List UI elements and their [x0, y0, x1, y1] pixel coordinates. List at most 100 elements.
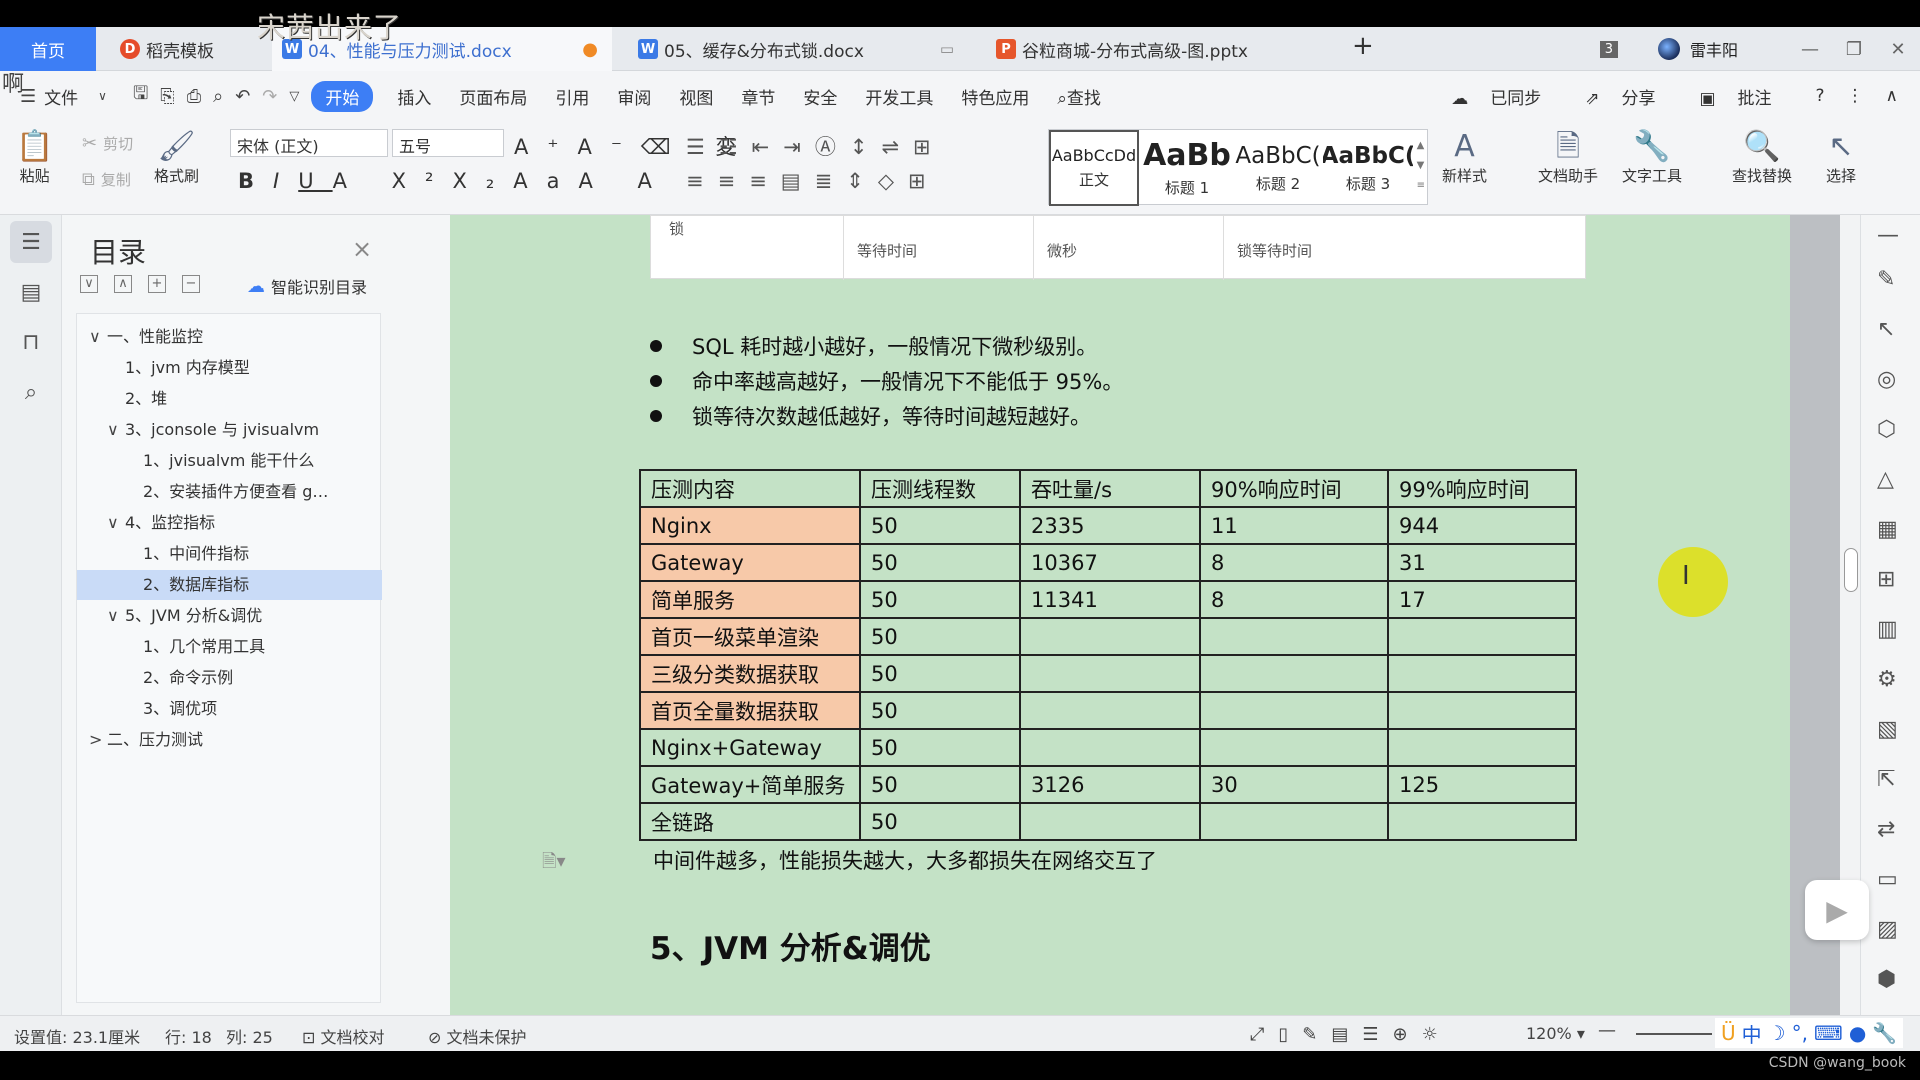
table-cell[interactable]: Gateway [639, 543, 861, 582]
more-icon[interactable]: ⋮ [1847, 86, 1864, 106]
table-cell[interactable] [1019, 654, 1201, 693]
table-cell[interactable]: 3126 [1019, 765, 1201, 804]
table-cell[interactable]: 2335 [1019, 506, 1201, 545]
customize-icon[interactable]: ▽ [283, 89, 305, 104]
help-icon[interactable]: ? [1816, 86, 1825, 106]
minimize-icon[interactable]: — [1788, 39, 1832, 60]
zoom-out-icon[interactable]: — [1598, 1020, 1616, 1041]
settings-icon[interactable]: ⚙ [1877, 667, 1897, 692]
toc-item[interactable]: 2、数据库指标 [77, 570, 382, 600]
smart-toc-button[interactable]: ☁ 智能识别目录 [247, 274, 367, 298]
table-header-cell[interactable]: 压测内容 [639, 469, 861, 508]
zoom-slider[interactable] [1636, 1033, 1712, 1035]
find-replace-button[interactable]: 🔍 查找替换 [1732, 129, 1792, 186]
tab-ppt-mall[interactable]: P 谷粒商城-分布式高级-图.pptx [986, 27, 1326, 71]
table-cell[interactable] [1199, 691, 1389, 730]
table-cell[interactable]: Gateway+简单服务 [639, 765, 861, 804]
new-tab-plus-icon[interactable]: + [1352, 31, 1374, 61]
menu-view[interactable]: 视图 [665, 84, 727, 109]
table-cell[interactable]: Nginx+Gateway [639, 728, 861, 767]
table-cell[interactable]: 50 [859, 654, 1021, 693]
table-cell[interactable] [1199, 802, 1389, 841]
toc-item[interactable]: 1、几个常用工具 [77, 632, 382, 662]
chevron-down-icon[interactable]: ∨ [92, 89, 113, 103]
menu-start[interactable]: 开始 [311, 80, 374, 112]
ime-toolbar[interactable]: Ü 中 ☽ °, ⌨ ● 🔧 [1715, 1018, 1904, 1048]
text-tools-button[interactable]: 🔧 文字工具 [1622, 129, 1682, 186]
bookmark-icon[interactable]: ⊓ [10, 321, 52, 363]
shield-icon[interactable]: ⬢ [1877, 967, 1896, 992]
collapse-ribbon-icon[interactable]: ∧ [1886, 86, 1898, 106]
sync-status[interactable]: ☁ 已同步 [1451, 84, 1563, 109]
table-cell[interactable]: 50 [859, 580, 1021, 619]
table-header-cell[interactable]: 99%响应时间 [1387, 469, 1577, 508]
select-button[interactable]: ↖ 选择 [1826, 129, 1856, 186]
pages-panel-icon[interactable]: ▤ [10, 271, 52, 313]
table-cell[interactable]: 50 [859, 506, 1021, 545]
table-cell[interactable]: 30 [1199, 765, 1389, 804]
font-family-select[interactable]: 宋体 (正文) [230, 129, 388, 157]
table-cell[interactable]: 简单服务 [639, 580, 861, 619]
format-brush-button[interactable]: 🖌 格式刷 [154, 129, 199, 186]
save-icon[interactable]: 🖫 [127, 81, 154, 111]
table-cell[interactable]: 11341 [1019, 580, 1201, 619]
pen-icon[interactable]: ✎ [1877, 267, 1895, 292]
toc-item[interactable]: 3、调优项 [77, 694, 382, 724]
table-cell[interactable] [1019, 802, 1201, 841]
table-cell[interactable] [1019, 728, 1201, 767]
chevron-down-icon[interactable]: ∨ [107, 508, 125, 538]
menu-layout[interactable]: 页面布局 [445, 84, 541, 109]
tab-doc-cache-lock[interactable]: W 05、缓存&分布式锁.docx ▭ [628, 27, 968, 71]
shape-icon[interactable]: ⬡ [1877, 417, 1896, 442]
print-preview-icon[interactable]: ⌕ [207, 86, 229, 107]
doc-helper-button[interactable]: 🗎 文档助手 [1538, 129, 1598, 186]
text-format-icons[interactable]: BIUA X²X₂AaA A [238, 169, 671, 193]
grid-icon[interactable]: ⊞ [1877, 567, 1895, 592]
location-icon[interactable]: ◎ [1877, 367, 1896, 392]
comment-button[interactable]: ▣ 批注 [1699, 84, 1793, 109]
new-style-button[interactable]: A 新样式 [1442, 129, 1487, 186]
table-cell[interactable]: 首页全量数据获取 [639, 691, 861, 730]
toc-item[interactable]: 2、堆 [77, 384, 382, 414]
table-cell[interactable]: 10367 [1019, 543, 1201, 582]
font-size-select[interactable]: 五号 [392, 129, 504, 157]
triangle-icon[interactable]: △ [1877, 467, 1894, 492]
table-cell[interactable]: 8 [1199, 543, 1389, 582]
table-cell[interactable] [1199, 617, 1389, 656]
table-cell[interactable] [1199, 654, 1389, 693]
restore-icon[interactable]: ❐ [1832, 39, 1876, 60]
print-icon[interactable]: ⎙ [181, 86, 207, 107]
chevron-down-icon[interactable]: ∨ [107, 601, 125, 631]
share-button[interactable]: ⇗ 分享 [1585, 84, 1677, 109]
style-scroll-icon[interactable]: ▲ ▼ ≡ [1417, 136, 1425, 196]
table-cell[interactable] [1387, 802, 1577, 841]
toc-item[interactable]: ∨ 一、性能监控 [77, 322, 382, 352]
paragraph-options-icon[interactable]: 🗎▾ [542, 849, 566, 879]
toc-item[interactable]: 1、中间件指标 [77, 539, 382, 569]
table-cell[interactable]: 50 [859, 802, 1021, 841]
table-cell[interactable] [1387, 654, 1577, 693]
menu-review[interactable]: 审阅 [603, 84, 665, 109]
toc-item[interactable]: > 二、压力测试 [77, 725, 382, 755]
menu-insert[interactable]: 插入 [383, 84, 445, 109]
archive-icon[interactable]: ▭ [1877, 867, 1898, 892]
table-cell[interactable] [1019, 691, 1201, 730]
list-indent-icons[interactable]: ☰☷⇤⇥Ⓐ↕⇌⊞ [686, 131, 945, 161]
menu-references[interactable]: 引用 [541, 84, 603, 109]
table-cell[interactable] [1387, 617, 1577, 656]
menu-dev-tools[interactable]: 开发工具 [851, 84, 947, 109]
table-cell[interactable]: 50 [859, 543, 1021, 582]
toc-add-icon[interactable]: + [148, 275, 166, 293]
table-cell[interactable]: 50 [859, 728, 1021, 767]
export-icon[interactable]: ⇱ [1877, 767, 1895, 792]
cursor-tool-icon[interactable]: ↖ [1877, 317, 1895, 342]
undo-icon[interactable]: ↶ [229, 86, 256, 107]
menu-special[interactable]: 特色应用 [947, 84, 1043, 109]
style-heading3[interactable]: AaBbC(标题 3 [1323, 130, 1413, 206]
close-icon[interactable]: ✕ [1876, 39, 1920, 60]
translate-icon[interactable]: ⇄ [1877, 817, 1895, 842]
table-cell[interactable]: 三级分类数据获取 [639, 654, 861, 693]
table-cell[interactable]: 50 [859, 765, 1021, 804]
menu-file[interactable]: 文件 [42, 84, 92, 109]
document-page[interactable]: 锁 等待时间 微秒 锁等待时间 SQL 耗时越小越好，一般情况下微秒级别。 命中… [450, 215, 1790, 1015]
